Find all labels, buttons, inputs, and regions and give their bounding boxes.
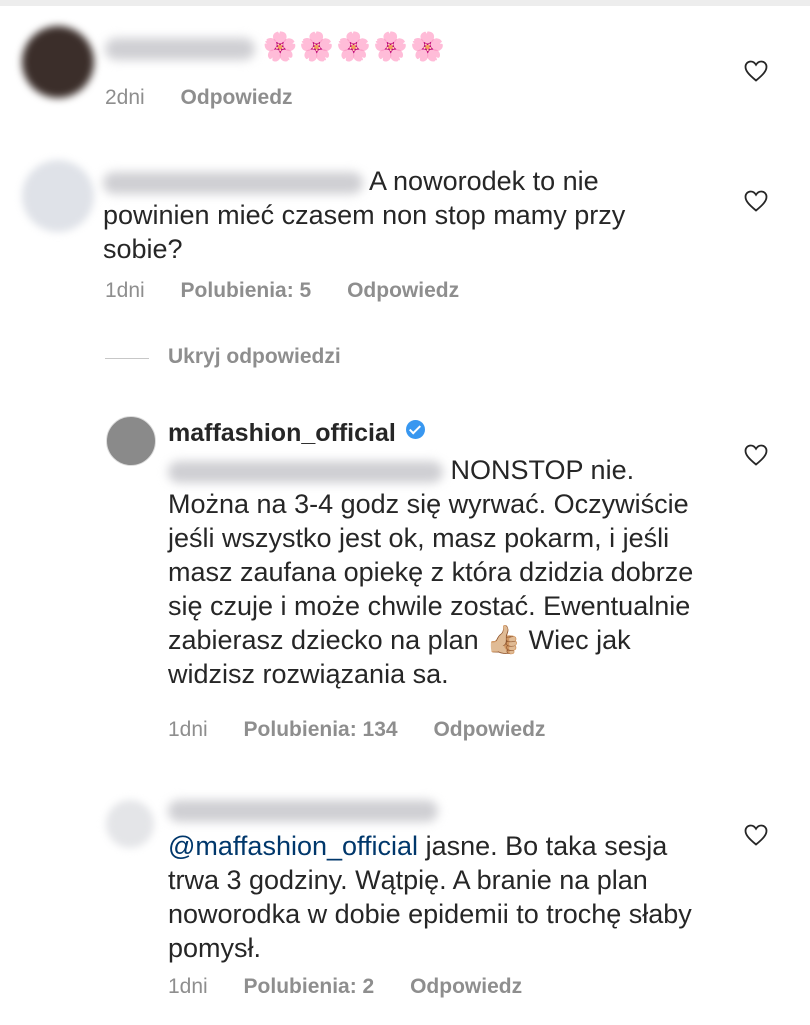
comment-meta: 1dni Polubienia: 5 Odpowiedz (105, 279, 489, 303)
top-divider (0, 0, 810, 6)
username-row (168, 800, 438, 822)
heart-icon[interactable] (744, 444, 768, 466)
heart-icon[interactable] (744, 60, 768, 82)
likes-count[interactable]: Polubienia: 5 (181, 279, 312, 302)
reply-button[interactable]: Odpowiedz (181, 86, 293, 109)
comment-age: 1dni (168, 718, 208, 741)
likes-count[interactable]: Polubienia: 134 (244, 718, 398, 741)
reply-button[interactable]: Odpowiedz (433, 718, 545, 741)
thumbs-up-emoji: 👍🏼 (486, 624, 522, 655)
verified-badge-icon (406, 420, 426, 439)
comment-text: 🌸🌸🌸🌸🌸 (105, 30, 447, 64)
comment-body-first: NONSTOP nie. (450, 455, 635, 485)
hide-replies-line (105, 358, 149, 359)
username-row: maffashion_official (168, 419, 426, 448)
blurred-username[interactable] (103, 171, 363, 194)
blurred-mention[interactable] (168, 460, 443, 483)
hide-replies-button[interactable]: Ukryj odpowiedzi (168, 345, 341, 369)
comment-age: 2dni (105, 86, 145, 109)
username[interactable]: maffashion_official (168, 419, 396, 447)
comment-age: 1dni (105, 279, 145, 302)
reply-button[interactable]: Odpowiedz (347, 279, 459, 302)
avatar[interactable] (106, 800, 154, 848)
flower-emoji: 🌸🌸🌸🌸🌸 (262, 31, 447, 62)
likes-count[interactable]: Polubienia: 2 (244, 975, 375, 998)
avatar[interactable] (22, 26, 94, 98)
heart-icon[interactable] (744, 824, 768, 846)
mention-link[interactable]: @maffashion_official (168, 831, 418, 861)
comment-text: A noworodek to nie powinien mieć czasem … (103, 164, 703, 266)
heart-icon[interactable] (744, 190, 768, 212)
avatar[interactable] (22, 160, 94, 232)
avatar[interactable] (106, 416, 156, 466)
blurred-username[interactable] (168, 800, 438, 822)
reply-button[interactable]: Odpowiedz (410, 975, 522, 998)
comment-age: 1dni (168, 975, 208, 998)
blurred-username[interactable] (105, 37, 255, 60)
comment-meta: 1dni Polubienia: 134 Odpowiedz (168, 718, 575, 742)
comment-meta: 2dni Odpowiedz (105, 86, 323, 110)
comment-text: @maffashion_official jasne. Bo taka sesj… (168, 829, 708, 965)
comment-meta: 1dni Polubienia: 2 Odpowiedz (168, 975, 552, 999)
comment-text: NONSTOP nie. Można na 3-4 godz się wyrwa… (168, 453, 708, 691)
